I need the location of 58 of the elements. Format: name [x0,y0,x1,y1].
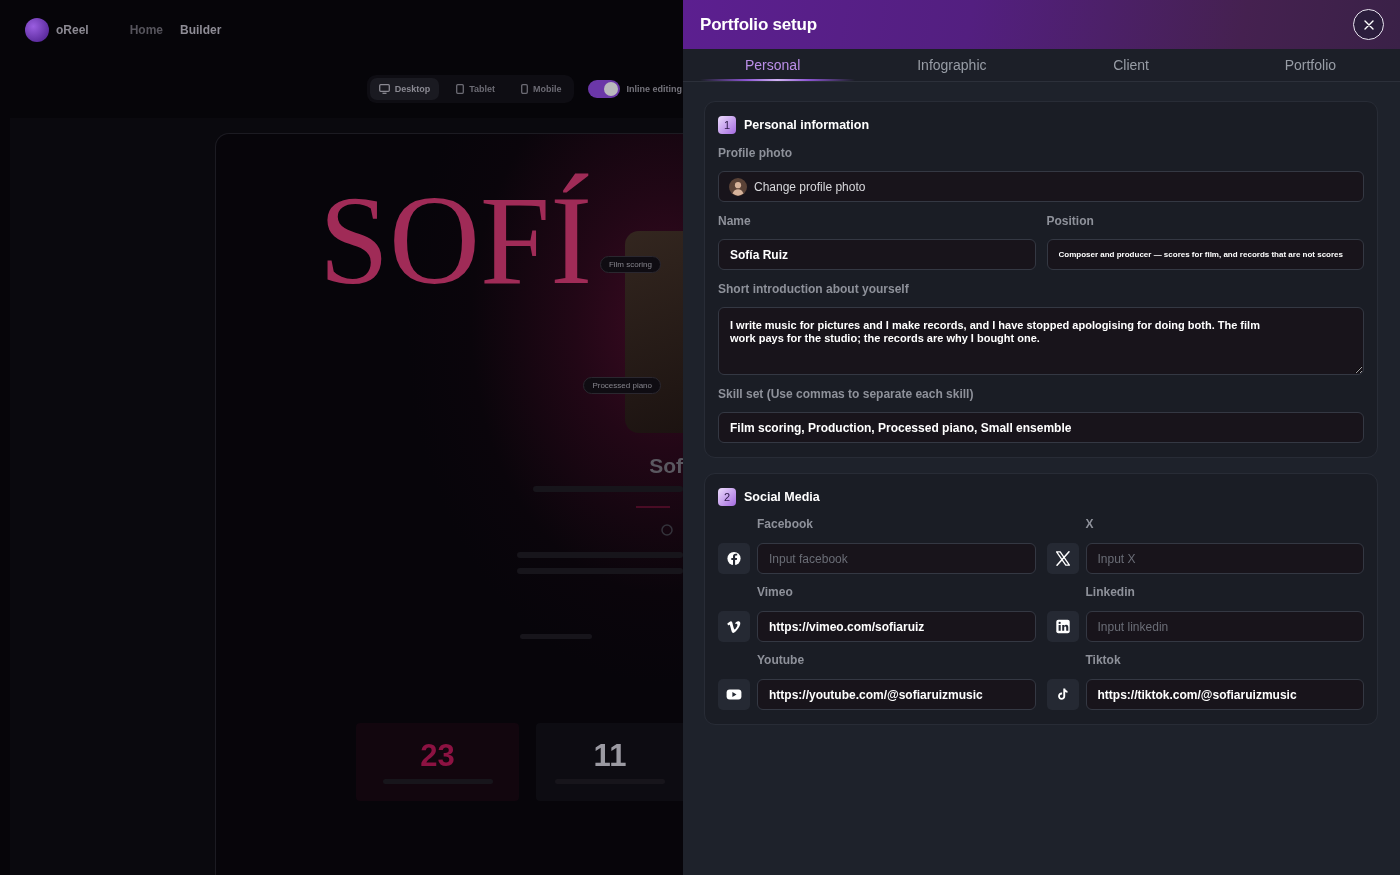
step-number: 1 [718,116,736,134]
panel-title: Portfolio setup [700,14,817,35]
brand-name: oReel [56,23,89,37]
section-title: Social Media [744,490,820,504]
nav-link[interactable]: Builder [180,23,222,37]
linkedin-icon [1046,611,1079,642]
field-label: Position [1046,214,1095,228]
skills-field[interactable]: Film scoring, Production, Processed piano, Small ensemble [718,412,1364,443]
device-tab[interactable]: Desktop [369,78,440,100]
skill-tag: Processed piano [583,377,661,394]
tab[interactable]: Infographic [862,49,1042,81]
field-label: Profile photo [718,146,793,160]
field-label: Short introduction about yourself [718,282,910,296]
field-label: X [1085,517,1095,531]
logo-icon [25,18,49,42]
ring-icon [661,524,673,536]
monitor-icon [378,84,390,94]
toggle-switch[interactable] [587,80,620,98]
toggle-label: Inline editing [626,84,682,94]
field-label: Facebook [757,517,814,531]
link-field[interactable]: https://youtube.com/@sofiaruizmusic [757,679,1036,710]
tab[interactable]: Portfolio [1220,49,1400,81]
skill-tag: Film scoring [599,256,661,273]
tiktok-icon [1046,679,1079,710]
facebook-icon [718,543,750,574]
vimeo-icon [718,611,750,642]
close-button[interactable] [1353,9,1384,40]
youtube-icon [718,679,750,710]
field-label: Youtube [757,653,806,667]
tablet-icon [456,84,465,94]
link-field[interactable]: https://tiktok.com/@sofiaruizmusic [1085,679,1364,710]
field-label: Name [718,214,752,228]
close-icon [1363,19,1374,30]
field-label: Tiktok [1085,653,1122,667]
link-field[interactable]: Input linkedin [1085,611,1364,642]
link-field[interactable]: https://vimeo.com/sofiaruiz [757,611,1036,642]
intro-field[interactable]: I write music for pictures and I make records, and I have stopped apologising for doing both. The film work pays for the studio; the records are why I bought one. [718,307,1364,375]
profile-name: Sof [649,454,683,478]
position-field[interactable]: Composer and producer — scores for film, and records that are not scores [1046,239,1364,270]
tab[interactable]: Personal [683,49,863,81]
hero-title: SOFÍ [318,170,594,312]
avatar-icon [729,177,747,196]
change-photo-button[interactable]: Change profile photo [718,171,1364,202]
link-field[interactable]: Input X [1085,543,1364,574]
name-field[interactable]: Sofía Ruiz [718,239,1036,270]
field-label: Linkedin [1085,585,1136,599]
device-tab[interactable]: Tablet [447,78,504,100]
link-field[interactable]: Input facebook [757,543,1036,574]
device-tab[interactable]: Mobile [512,78,571,100]
x-logo-icon [1046,543,1079,574]
phone-icon [521,84,528,94]
stat-number: 11 [593,740,627,772]
step-number: 2 [718,488,736,506]
tab[interactable]: Client [1041,49,1221,81]
stat-number: 23 [420,740,455,772]
section-title: Personal information [744,118,870,132]
field-label: Skill set (Use commas to separate each skill) [718,387,975,401]
field-label: Vimeo [757,585,794,599]
